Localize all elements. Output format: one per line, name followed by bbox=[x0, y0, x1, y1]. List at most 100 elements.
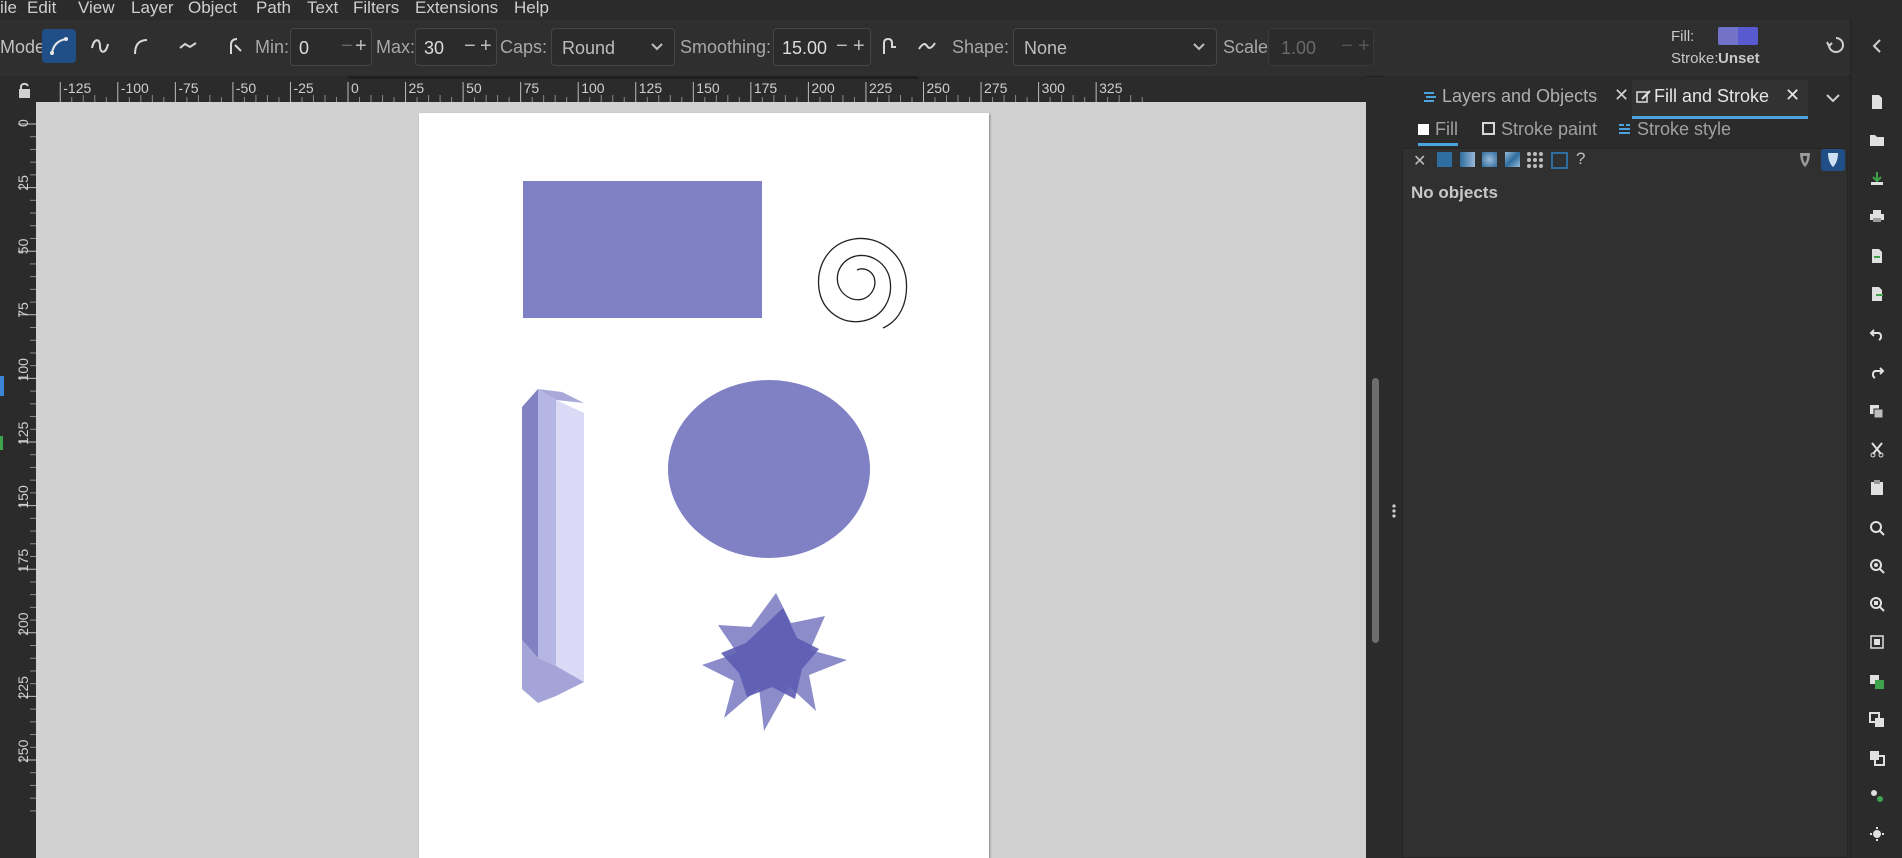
fill-swatch-icon bbox=[1418, 124, 1429, 135]
bezier-mode-button[interactable] bbox=[42, 29, 76, 63]
menu-object[interactable]: Object bbox=[188, 0, 237, 18]
fill-rule-evenodd-icon[interactable] bbox=[1797, 151, 1813, 169]
swatch-icon[interactable] bbox=[1551, 152, 1568, 169]
subtab-fill[interactable]: Fill bbox=[1418, 119, 1458, 146]
flat-color-icon[interactable] bbox=[1437, 152, 1452, 167]
ungroup-button[interactable] bbox=[1865, 822, 1889, 846]
clone-button[interactable] bbox=[1865, 708, 1889, 732]
menu-filters[interactable]: Filters bbox=[353, 0, 399, 18]
zoom-selection-button[interactable] bbox=[1865, 516, 1889, 540]
new-document-button[interactable] bbox=[1865, 90, 1889, 114]
import-button[interactable] bbox=[1865, 244, 1889, 268]
scale-spinbox[interactable]: 1.00 − + bbox=[1268, 28, 1374, 66]
zoom-drawing-button[interactable] bbox=[1865, 554, 1889, 578]
max-spinbox[interactable]: 30 − + bbox=[415, 28, 497, 66]
zigzag-icon bbox=[179, 42, 197, 49]
fill-rule-nonzero-button[interactable] bbox=[1821, 149, 1845, 171]
tab-layers-and-objects[interactable]: Layers and Objects ✕ bbox=[1422, 80, 1629, 116]
paraxial-mode-button[interactable] bbox=[218, 29, 252, 63]
open-button[interactable] bbox=[1865, 128, 1889, 152]
save-button[interactable] bbox=[1865, 166, 1889, 190]
chevron-down-icon bbox=[1826, 94, 1840, 103]
close-tab-icon[interactable]: ✕ bbox=[1614, 85, 1629, 106]
unlink-clone-button[interactable] bbox=[1865, 746, 1889, 770]
cut-button[interactable] bbox=[1865, 438, 1889, 462]
collapse-panel-button[interactable] bbox=[1865, 34, 1889, 58]
menu-layer[interactable]: Layer bbox=[131, 0, 174, 18]
redo-button[interactable] bbox=[1865, 360, 1889, 384]
mesh-gradient-icon[interactable] bbox=[1505, 152, 1520, 167]
smoothing-spinbox[interactable]: 15.00 − + bbox=[773, 28, 871, 66]
no-paint-icon[interactable]: ✕ bbox=[1413, 151, 1426, 171]
subtab-stroke-paint[interactable]: Stroke paint bbox=[1482, 119, 1597, 140]
ellipse-shape[interactable] bbox=[668, 380, 870, 558]
pressure-button[interactable] bbox=[872, 29, 906, 63]
zigzag-mode-button[interactable] bbox=[171, 29, 205, 63]
canvas-vertical-scrollbar[interactable] bbox=[1372, 378, 1379, 643]
menu-text[interactable]: Text bbox=[307, 0, 338, 18]
print-button[interactable] bbox=[1865, 204, 1889, 228]
tab-fill-and-stroke[interactable]: Fill and Stroke ✕ bbox=[1632, 80, 1808, 119]
simplify-icon bbox=[918, 42, 936, 50]
menu-edit[interactable]: Edit bbox=[27, 0, 56, 18]
paraxial-icon bbox=[230, 38, 242, 54]
smoothing-decrement-icon[interactable]: − bbox=[836, 35, 848, 58]
page[interactable] bbox=[419, 113, 989, 858]
copy-button[interactable] bbox=[1865, 400, 1889, 424]
no-objects-message: No objects bbox=[1411, 183, 1498, 202]
menu-help[interactable]: Help bbox=[514, 0, 549, 18]
rotate-indicator-icon[interactable] bbox=[1826, 35, 1848, 57]
tab-label: Fill and Stroke bbox=[1654, 86, 1770, 106]
menu-file[interactable]: ile bbox=[0, 0, 17, 18]
radial-gradient-icon[interactable] bbox=[1482, 152, 1497, 167]
close-tab-icon[interactable]: ✕ bbox=[1785, 85, 1800, 106]
linear-gradient-icon[interactable] bbox=[1460, 152, 1475, 167]
menu-view[interactable]: View bbox=[78, 0, 115, 18]
scale-decrement-icon[interactable]: − bbox=[1341, 35, 1353, 58]
max-decrement-icon[interactable]: − bbox=[464, 35, 476, 58]
drag-handle-icon[interactable] bbox=[1391, 503, 1397, 519]
ruler-label: 325 bbox=[1099, 80, 1123, 96]
tool-indicator-icon[interactable] bbox=[0, 436, 3, 450]
pressure-icon bbox=[883, 37, 896, 54]
subtab-stroke-style[interactable]: Stroke style bbox=[1618, 119, 1731, 140]
paste-button[interactable] bbox=[1865, 476, 1889, 500]
bspline-mode-button[interactable] bbox=[124, 29, 158, 63]
menu-extensions[interactable]: Extensions bbox=[415, 0, 498, 18]
spiro-mode-button[interactable] bbox=[83, 29, 117, 63]
ruler-label: 250 bbox=[927, 80, 951, 96]
simplify-button[interactable] bbox=[910, 29, 944, 63]
stroke-indicator-value[interactable]: Unset bbox=[1718, 50, 1760, 67]
dock-splitter[interactable] bbox=[1385, 76, 1402, 858]
shape-dropdown[interactable]: None bbox=[1013, 28, 1217, 66]
print-icon bbox=[1870, 210, 1884, 222]
canvas[interactable] bbox=[36, 102, 1366, 858]
scale-increment-icon[interactable]: + bbox=[1358, 35, 1370, 58]
unset-paint-icon[interactable]: ? bbox=[1576, 149, 1585, 169]
zoom-fit-button[interactable] bbox=[1865, 630, 1889, 654]
duplicate-button[interactable] bbox=[1865, 670, 1889, 694]
rectangle-shape[interactable] bbox=[523, 181, 762, 318]
menu-path[interactable]: Path bbox=[256, 0, 291, 18]
smoothing-increment-icon[interactable]: + bbox=[853, 35, 865, 58]
min-decrement-icon[interactable]: − bbox=[341, 35, 353, 58]
zoom-page-button[interactable] bbox=[1865, 592, 1889, 616]
group-button[interactable] bbox=[1865, 784, 1889, 808]
undo-button[interactable] bbox=[1865, 322, 1889, 346]
caps-dropdown[interactable]: Round bbox=[551, 28, 675, 66]
3d-box-shape[interactable] bbox=[522, 389, 584, 703]
min-increment-icon[interactable]: + bbox=[355, 35, 367, 58]
dock-menu-button[interactable] bbox=[1820, 80, 1846, 114]
zoom-selection-icon bbox=[1870, 521, 1885, 536]
fill-swatch[interactable] bbox=[1718, 27, 1758, 45]
min-spinbox[interactable]: 0 − + bbox=[290, 28, 372, 66]
lock-icon[interactable] bbox=[14, 79, 36, 101]
subtab-stroke-style-label: Stroke style bbox=[1637, 119, 1732, 139]
menubar: ile Edit View Layer Object Path Text Fil… bbox=[0, 0, 1902, 20]
pattern-icon[interactable] bbox=[1526, 151, 1544, 169]
max-increment-icon[interactable]: + bbox=[480, 35, 492, 58]
spiral-shape[interactable] bbox=[817, 237, 908, 329]
bspline-icon bbox=[134, 39, 148, 55]
export-button[interactable] bbox=[1865, 282, 1889, 306]
zoom-drawing-icon bbox=[1870, 559, 1885, 574]
